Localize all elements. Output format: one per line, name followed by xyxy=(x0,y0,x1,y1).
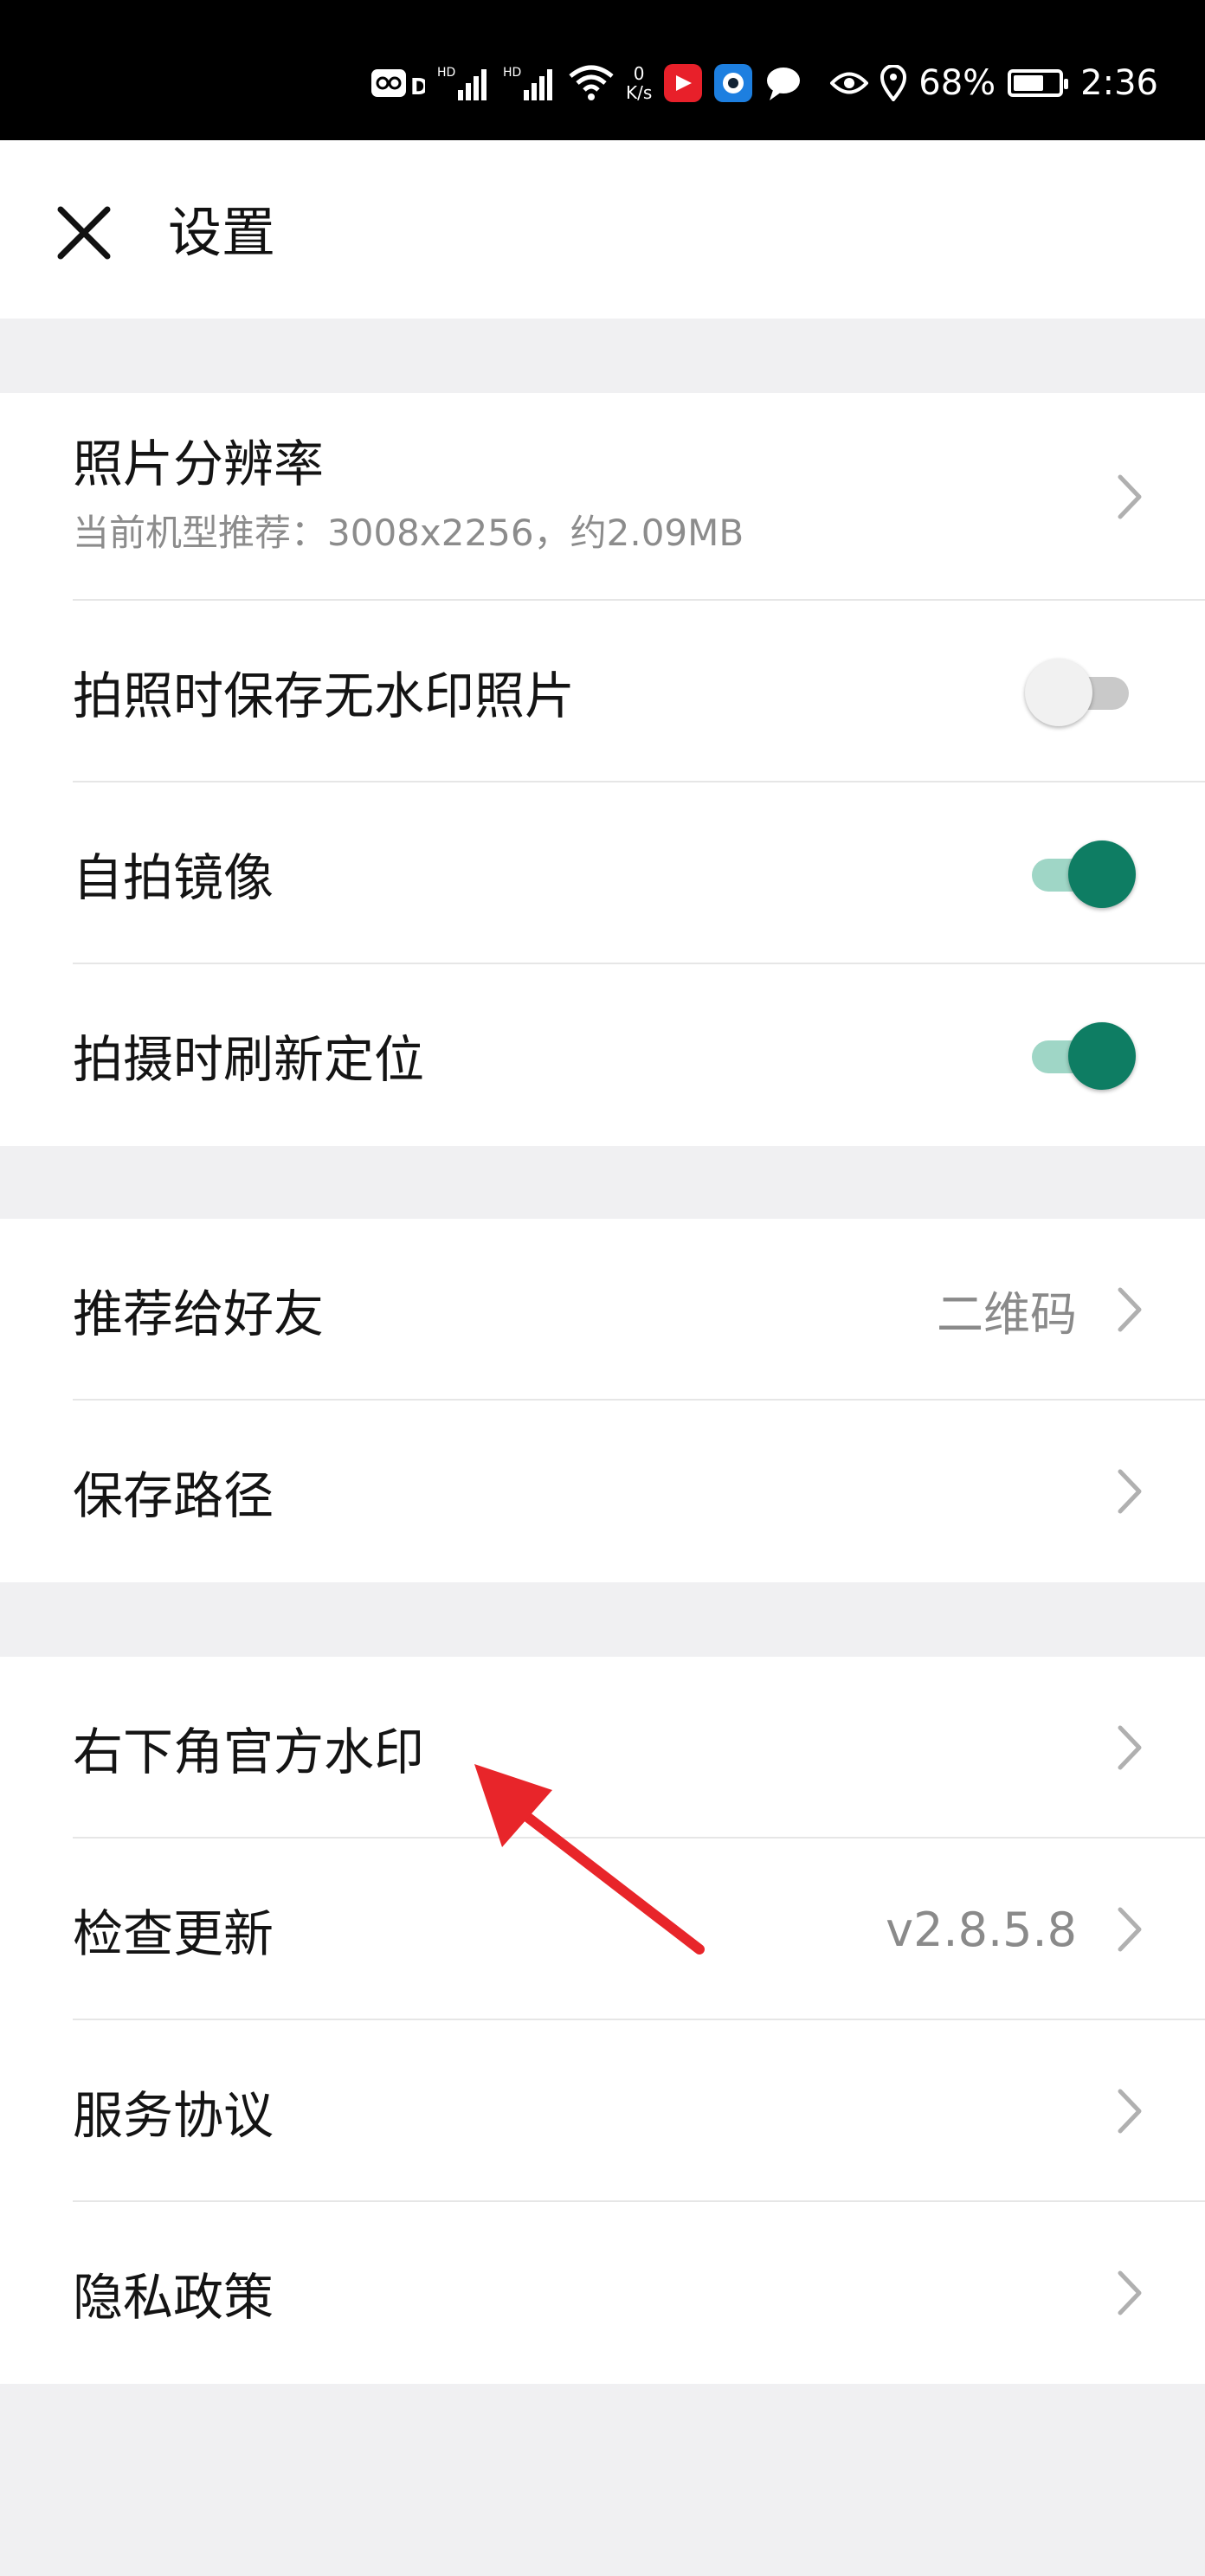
eye-icon xyxy=(830,68,869,98)
chevron-right-icon xyxy=(1118,1725,1142,1770)
toggle-knob xyxy=(1025,659,1092,726)
photo-resolution-sub: 当前机型推荐：3008x2256，约2.09MB xyxy=(73,512,744,554)
camera-app-icon xyxy=(714,64,753,102)
setting-privacy-policy[interactable]: 隐私政策 xyxy=(0,2202,1205,2384)
chevron-right-icon xyxy=(1118,2270,1142,2315)
save-path-label: 保存路径 xyxy=(73,1466,274,1525)
setting-official-watermark[interactable]: 右下角官方水印 xyxy=(0,1657,1205,1839)
service-agreement-label: 服务协议 xyxy=(73,2086,274,2145)
recommend-friends-label: 推荐给好友 xyxy=(73,1285,325,1343)
setting-check-update[interactable]: 检查更新 v2.8.5.8 xyxy=(0,1839,1205,2020)
app-version-value: v2.8.5.8 xyxy=(886,1902,1077,1957)
hd-voice-icon: D xyxy=(370,66,425,100)
chevron-right-icon xyxy=(1118,1287,1142,1332)
setting-service-agreement[interactable]: 服务协议 xyxy=(0,2020,1205,2202)
svg-text:D: D xyxy=(410,74,425,100)
setting-save-path[interactable]: 保存路径 xyxy=(0,1401,1205,1582)
chevron-right-icon xyxy=(1118,1907,1142,1952)
net-speed-value: 0 xyxy=(633,63,645,84)
chevron-right-icon xyxy=(1118,2089,1142,2134)
header: 设置 xyxy=(0,140,1205,319)
refresh-location-toggle[interactable] xyxy=(1025,1021,1136,1090)
settings-section-share: 推荐给好友 二维码 保存路径 xyxy=(0,1219,1205,1582)
setting-photo-resolution[interactable]: 照片分辨率 当前机型推荐：3008x2256，约2.09MB xyxy=(0,393,1205,601)
wifi-icon xyxy=(569,64,614,102)
setting-recommend-friends[interactable]: 推荐给好友 二维码 xyxy=(0,1219,1205,1401)
battery-icon xyxy=(1008,69,1069,97)
recommend-friends-value: 二维码 xyxy=(937,1286,1077,1342)
toggle-knob xyxy=(1068,840,1136,908)
chat-bubble-icon xyxy=(764,64,802,102)
setting-refresh-location: 拍摄时刷新定位 xyxy=(0,964,1205,1146)
video-app-icon xyxy=(664,64,703,102)
signal-icon: HD xyxy=(503,64,557,102)
status-time: 2:36 xyxy=(1080,63,1158,103)
selfie-mirror-toggle[interactable] xyxy=(1025,839,1136,908)
setting-no-watermark: 拍照时保存无水印照片 xyxy=(0,601,1205,782)
settings-section-about: 右下角官方水印 检查更新 v2.8.5.8 服务协议 隐私政策 xyxy=(0,1657,1205,2384)
no-watermark-label: 拍照时保存无水印照片 xyxy=(73,667,576,725)
privacy-policy-label: 隐私政策 xyxy=(73,2268,274,2327)
signal-icon: HD xyxy=(437,64,491,102)
settings-section-camera: 照片分辨率 当前机型推荐：3008x2256，约2.09MB 拍照时保存无水印照… xyxy=(0,393,1205,1146)
official-watermark-label: 右下角官方水印 xyxy=(73,1723,425,1781)
signal-label: HD xyxy=(503,66,521,80)
net-speed: 0 K/s xyxy=(626,64,652,102)
check-update-label: 检查更新 xyxy=(73,1904,274,1963)
signal-label: HD xyxy=(437,66,455,80)
status-bar: D HD HD 0 K/s 68% 2:36 xyxy=(0,0,1205,140)
toggle-knob xyxy=(1068,1022,1136,1090)
close-icon[interactable] xyxy=(55,204,113,261)
page-title: 设置 xyxy=(168,201,276,264)
location-icon xyxy=(880,65,907,101)
net-speed-unit: K/s xyxy=(625,82,653,103)
setting-selfie-mirror: 自拍镜像 xyxy=(0,782,1205,964)
chevron-right-icon xyxy=(1118,1469,1142,1514)
no-watermark-toggle[interactable] xyxy=(1025,657,1136,726)
refresh-location-label: 拍摄时刷新定位 xyxy=(73,1030,425,1089)
selfie-mirror-label: 自拍镜像 xyxy=(73,848,274,907)
battery-fill xyxy=(1014,75,1044,91)
chevron-right-icon xyxy=(1118,474,1142,519)
battery-percent: 68% xyxy=(918,63,996,103)
status-icons: D HD HD 0 K/s 68% 2:36 xyxy=(370,59,1158,107)
photo-resolution-label: 照片分辨率 xyxy=(73,435,325,493)
